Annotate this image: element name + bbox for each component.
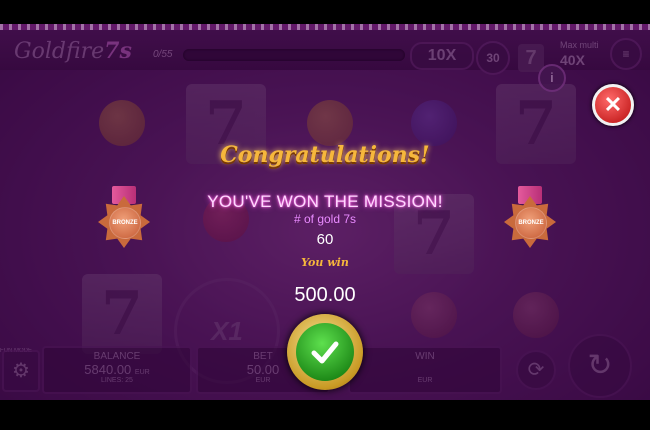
you-win-label: You win — [301, 256, 349, 269]
confirm-button-face — [296, 323, 354, 381]
info-icon[interactable]: i — [538, 64, 566, 92]
win-amount: 500.00 — [294, 284, 356, 306]
confirm-button[interactable] — [287, 314, 363, 390]
close-icon[interactable]: ✕ — [592, 84, 634, 126]
mission-goal-value: 60 — [316, 231, 334, 248]
checkmark-icon — [311, 341, 339, 364]
medal-label: BRONZE — [109, 207, 141, 239]
mission-headline: YOU'VE WON THE MISSION! — [207, 192, 443, 211]
game-stage: Goldfire7s 0/55 10X 30 7 Max multi 40X ≡… — [0, 24, 650, 400]
dialog-title: Congratulations! — [220, 142, 430, 168]
mission-goal-label: # of gold 7s — [293, 212, 357, 226]
medal-label: BRONZE — [515, 207, 547, 239]
